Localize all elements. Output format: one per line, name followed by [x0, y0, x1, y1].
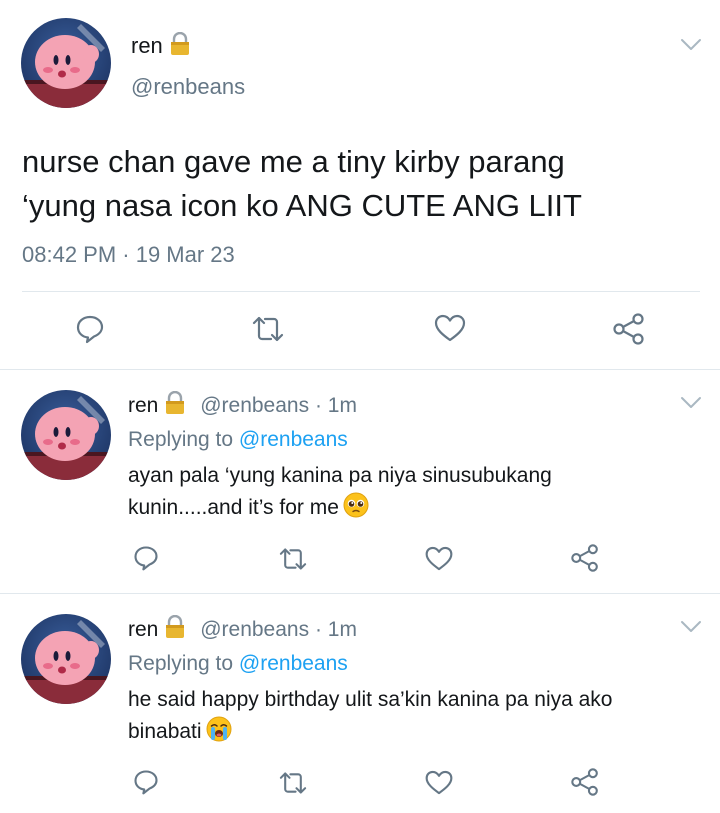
tweet-text: he said happy birthday ulit sa’kin kanin…: [128, 684, 688, 748]
handle[interactable]: @renbeans: [200, 618, 309, 641]
tweet-text-line: kunin.....and it’s for me: [128, 492, 688, 524]
lock-icon: [169, 32, 191, 56]
retweet-icon[interactable]: [251, 314, 285, 344]
tweet-text-line: he said happy birthday ulit sa’kin kanin…: [128, 688, 613, 711]
share-icon[interactable]: [612, 313, 646, 345]
divider: [0, 593, 720, 594]
timestamp[interactable]: 08:42 PM · 19 Mar 23: [22, 242, 235, 268]
lock-icon: [164, 615, 186, 639]
like-icon[interactable]: [424, 769, 454, 796]
reply-icon[interactable]: [132, 768, 160, 796]
tweet-thread: ren @renbeans nurse chan gave me a tiny …: [0, 0, 720, 813]
handle[interactable]: @renbeans: [131, 74, 245, 100]
tweet-text: ayan pala ‘yung kanina pa niya sinusubuk…: [128, 460, 688, 524]
pleading-face-emoji: [343, 492, 369, 518]
chevron-down-icon[interactable]: [680, 396, 702, 410]
like-icon[interactable]: [424, 545, 454, 572]
display-name[interactable]: ren: [131, 32, 191, 59]
tweet-text-line: binabati: [128, 716, 688, 748]
avatar[interactable]: [21, 614, 111, 704]
display-name[interactable]: ren: [128, 618, 158, 641]
share-icon[interactable]: [570, 768, 600, 796]
relative-time: · 1m: [314, 618, 357, 641]
replying-to-link[interactable]: @renbeans: [239, 652, 348, 675]
loudly-crying-face-emoji: [206, 716, 232, 742]
tweet-text-line: ayan pala ‘yung kanina pa niya sinusubuk…: [128, 464, 552, 487]
replying-to: Replying to @renbeans: [128, 652, 348, 675]
share-icon[interactable]: [570, 544, 600, 572]
relative-time: · 1m: [314, 394, 357, 417]
divider: [22, 291, 700, 292]
lock-icon: [164, 391, 186, 415]
replying-to-link[interactable]: @renbeans: [239, 428, 348, 451]
reply-header: ren @renbeans · 1m: [128, 615, 357, 642]
tweet-text-line: ‘yung nasa icon ko ANG CUTE ANG LIIT: [22, 188, 582, 223]
handle[interactable]: @renbeans: [200, 394, 309, 417]
display-name[interactable]: ren: [128, 394, 158, 417]
tweet-text: nurse chan gave me a tiny kirby parang ‘…: [22, 140, 702, 228]
reply-icon[interactable]: [74, 313, 106, 345]
divider: [0, 369, 720, 370]
like-icon[interactable]: [433, 313, 467, 343]
retweet-icon[interactable]: [278, 546, 308, 572]
chevron-down-icon[interactable]: [680, 620, 702, 634]
reply-header: ren @renbeans · 1m: [128, 391, 357, 418]
tweet-text-line: nurse chan gave me a tiny kirby parang: [22, 144, 565, 179]
retweet-icon[interactable]: [278, 770, 308, 796]
avatar[interactable]: [21, 18, 111, 108]
reply-icon[interactable]: [132, 544, 160, 572]
chevron-down-icon[interactable]: [680, 38, 702, 52]
replying-to: Replying to @renbeans: [128, 428, 348, 451]
avatar[interactable]: [21, 390, 111, 480]
